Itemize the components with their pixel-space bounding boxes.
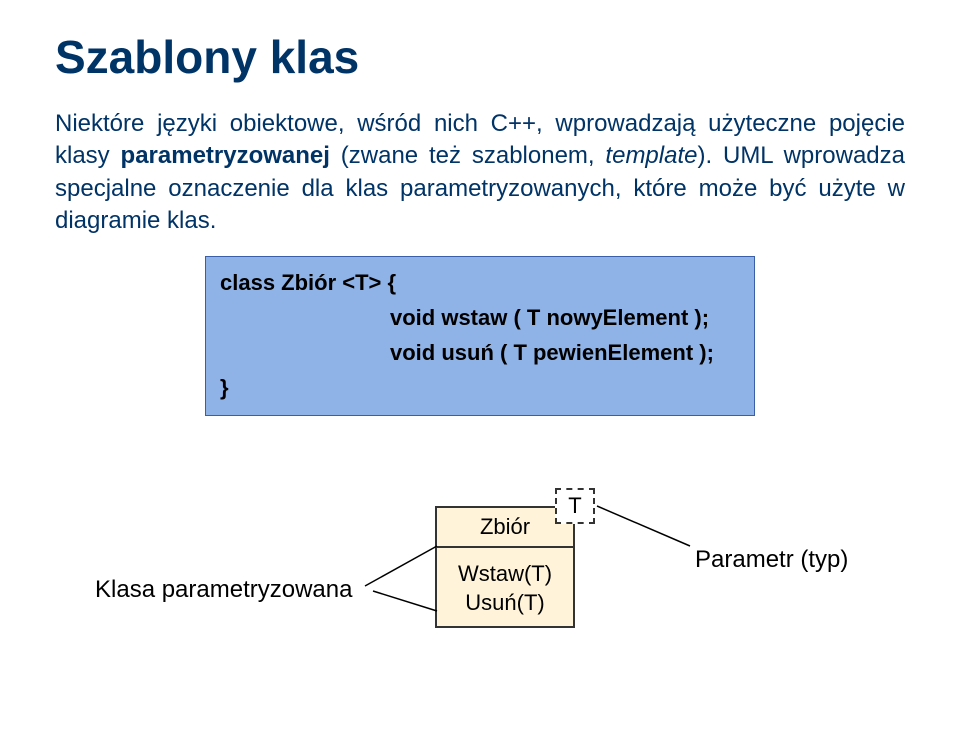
code-line-1: class Zbiór <T> { xyxy=(220,265,740,300)
code-line-4: } xyxy=(220,370,740,405)
para-seg-italic: template xyxy=(605,142,697,169)
type-parameter-box: T xyxy=(555,488,595,524)
uml-diagram: Zbiór Wstaw(T) Usuń(T) T Klasa parametry… xyxy=(55,446,905,656)
class-method-2: Usuń(T) xyxy=(437,589,573,618)
code-line-3: void usuń ( T pewienElement ); xyxy=(220,335,740,370)
para-seg-3: (zwane też szablonem, xyxy=(330,142,605,169)
connector-left xyxy=(55,446,455,646)
slide-title: Szablony klas xyxy=(55,30,910,84)
class-box: Zbiór Wstaw(T) Usuń(T) xyxy=(435,506,575,627)
para-seg-bold: parametryzowanej xyxy=(121,142,330,169)
code-line-2: void wstaw ( T nowyElement ); xyxy=(220,300,740,335)
body-paragraph: Niektóre języki obiektowe, wśród nich C+… xyxy=(55,108,905,238)
class-attr-compartment xyxy=(437,546,573,556)
slide: Szablony klas Niektóre języki obiektowe,… xyxy=(0,0,960,746)
connector-right xyxy=(575,446,875,646)
class-name: Zbiór xyxy=(437,508,573,546)
code-block: class Zbiór <T> { void wstaw ( T nowyEle… xyxy=(205,256,755,417)
class-method-1: Wstaw(T) xyxy=(437,560,573,589)
class-methods: Wstaw(T) Usuń(T) xyxy=(437,556,573,625)
